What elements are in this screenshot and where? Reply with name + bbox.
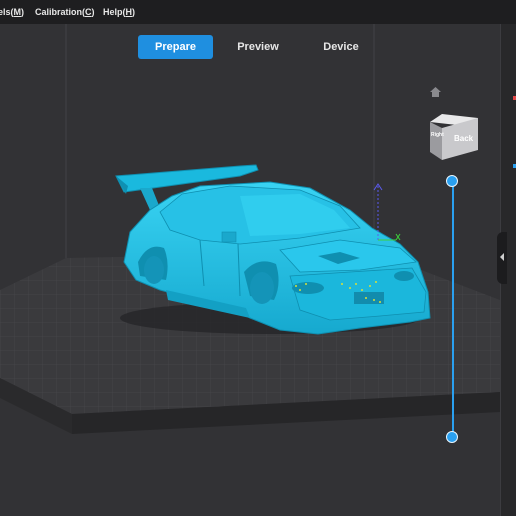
layer-slider-track[interactable] [452,180,454,438]
car-model[interactable] [115,164,431,335]
view-cube-side-label: Right [431,132,444,138]
menu-models-label: els( [0,7,14,17]
menu-models-close: ) [21,7,25,17]
menu-help-label: Help( [103,7,126,17]
collapse-panel-icon [500,253,504,261]
menu-calibration-label: Calibration( [35,7,86,17]
tab-device[interactable]: Device [308,35,374,59]
menu-models[interactable]: els(M) [0,7,24,17]
menu-calibration-close: ) [91,7,95,17]
home-icon[interactable] [430,87,441,97]
menu-help-close: ) [132,7,135,17]
app-window: els(M) Calibration(C) Help(H) Back Right… [0,0,516,516]
axis-gizmo-icon [373,183,401,241]
layer-slider-top-handle[interactable] [446,175,458,187]
tab-preview[interactable]: Preview [222,35,294,59]
collapse-panel-button[interactable] [497,232,507,284]
tab-prepare[interactable]: Prepare [138,35,213,59]
view-cube-front-label: Back [454,134,474,143]
menu-help[interactable]: Help(H) [103,7,135,17]
menu-models-key: M [13,7,22,17]
3d-viewport[interactable]: Back Right [0,24,500,516]
scene-canvas [0,24,500,434]
layer-slider-bottom-handle[interactable] [446,431,458,443]
menu-calibration[interactable]: Calibration(C) [35,7,95,17]
view-cube-icon[interactable]: Back Right [426,112,482,167]
menu-bar: els(M) Calibration(C) Help(H) [0,0,516,24]
